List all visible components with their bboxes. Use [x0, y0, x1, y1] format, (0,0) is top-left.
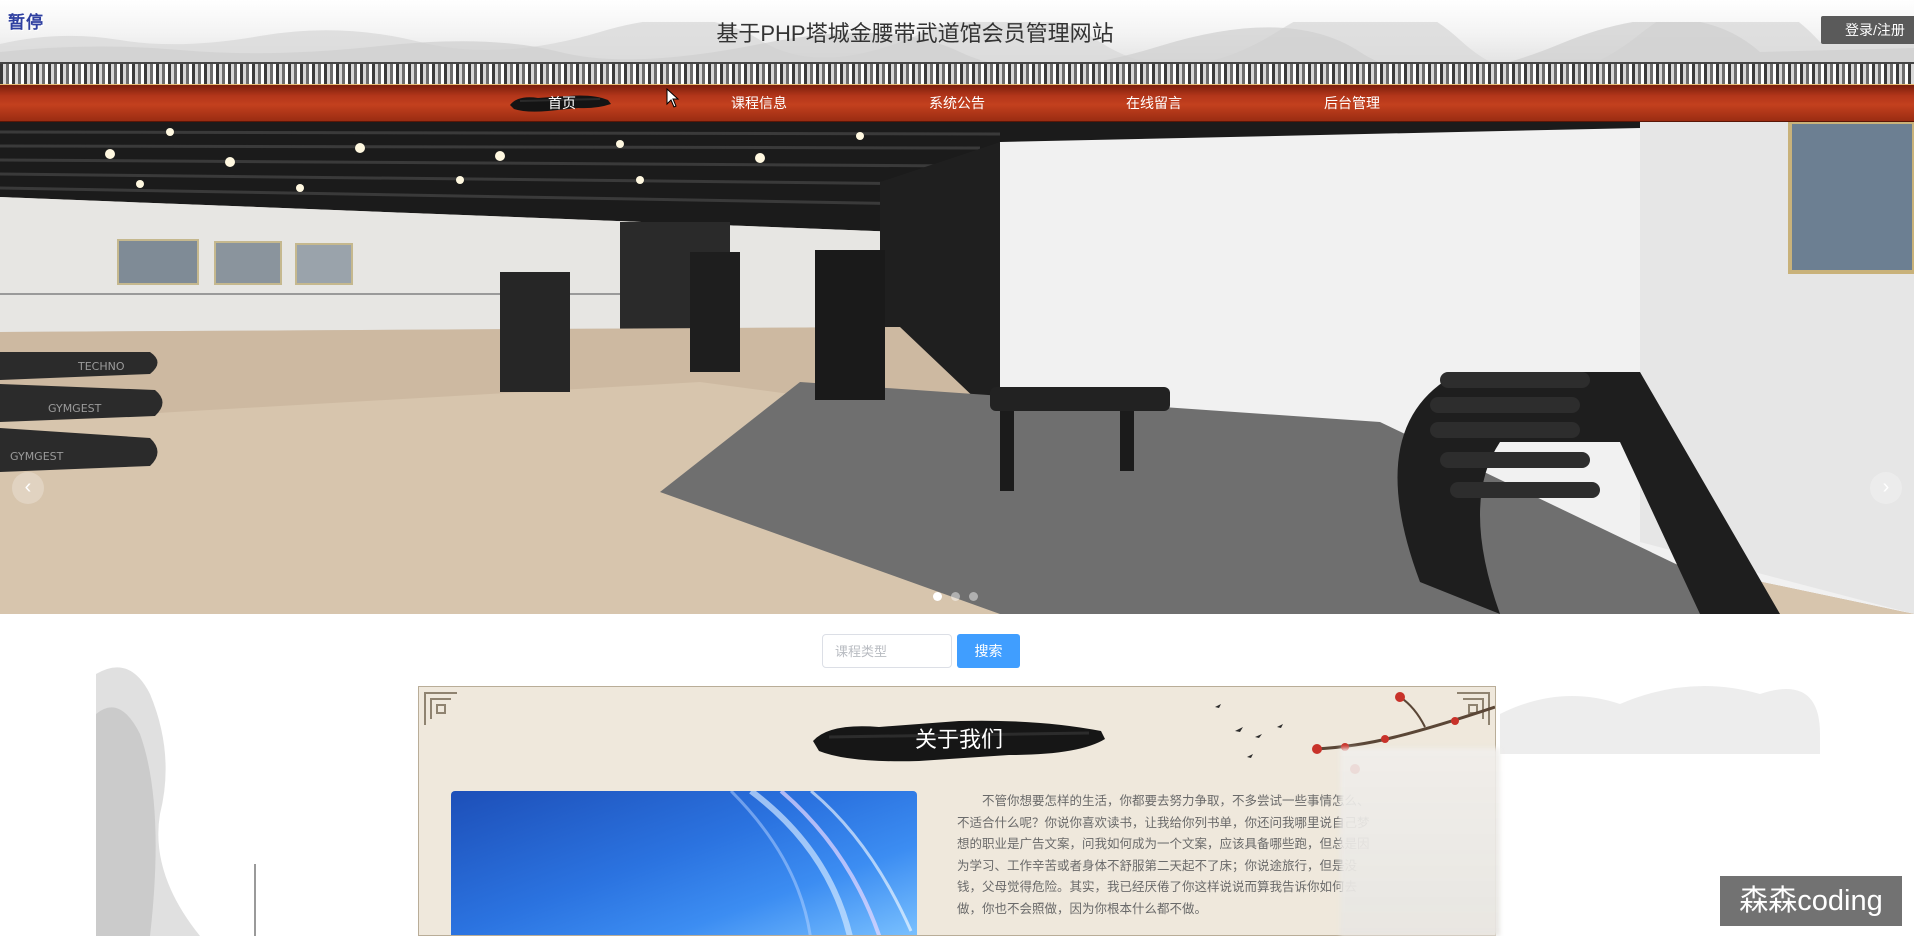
nav-label: 系统公告	[929, 95, 985, 111]
nav-label: 在线留言	[1126, 95, 1182, 111]
nav-item-announcements[interactable]: 系统公告	[877, 85, 1037, 121]
equipment-label: GYMGEST	[10, 450, 64, 463]
watermark: 森森coding	[1720, 876, 1902, 926]
nav-label: 首页	[548, 95, 576, 111]
main-nav: 首页 课程信息 系统公告 在线留言 后台管理	[0, 84, 1914, 123]
banner-carousel[interactable]: TECHNO GYMGEST GYMGEST ‹ ›	[0, 122, 1914, 614]
about-description: 不管你想要怎样的生活，你都要去努力争取，不多尝试一些事情怎么、不适合什么呢？你说…	[957, 794, 1370, 916]
course-type-search-input[interactable]	[822, 634, 952, 668]
site-header: 暂停 基于PHP塔城金腰带武道馆会员管理网站 登录/注册	[0, 0, 1914, 62]
nav-item-admin[interactable]: 后台管理	[1272, 85, 1432, 121]
nav-item-home[interactable]: 首页	[482, 85, 642, 121]
nav-item-courses[interactable]: 课程信息	[679, 85, 839, 121]
carousel-prev-icon[interactable]: ‹	[12, 472, 44, 504]
equipment-label: GYMGEST	[48, 402, 102, 415]
nav-item-messages[interactable]: 在线留言	[1074, 85, 1234, 121]
about-image	[451, 791, 917, 935]
search-button[interactable]: 搜索	[957, 634, 1020, 668]
blurred-region	[1340, 748, 1500, 936]
carousel-next-icon[interactable]: ›	[1870, 472, 1902, 504]
carousel-dot[interactable]	[933, 592, 942, 601]
carousel-dot[interactable]	[969, 592, 978, 601]
gym-photo: TECHNO GYMGEST GYMGEST	[0, 122, 1914, 614]
carousel-dot[interactable]	[951, 592, 960, 601]
nav-label: 课程信息	[731, 95, 787, 111]
login-register-button[interactable]: 登录/注册	[1821, 16, 1914, 44]
corner-ornament-icon	[424, 692, 457, 725]
about-title: 关于我们	[914, 727, 1003, 752]
equipment-label: TECHNO	[77, 360, 125, 373]
nav-label: 后台管理	[1324, 95, 1380, 111]
mouse-cursor-icon	[666, 88, 680, 108]
carousel-indicators	[933, 588, 987, 606]
about-us-section: 关于我们 不管你想要怎样的生活，你都要去努力争取，不多尝试一些事情怎么、不适合什…	[418, 686, 1496, 936]
site-title: 基于PHP塔城金腰带武道馆会员管理网站	[716, 21, 1114, 46]
about-title-banner: 关于我们	[809, 715, 1109, 765]
decorative-border	[0, 62, 1914, 86]
